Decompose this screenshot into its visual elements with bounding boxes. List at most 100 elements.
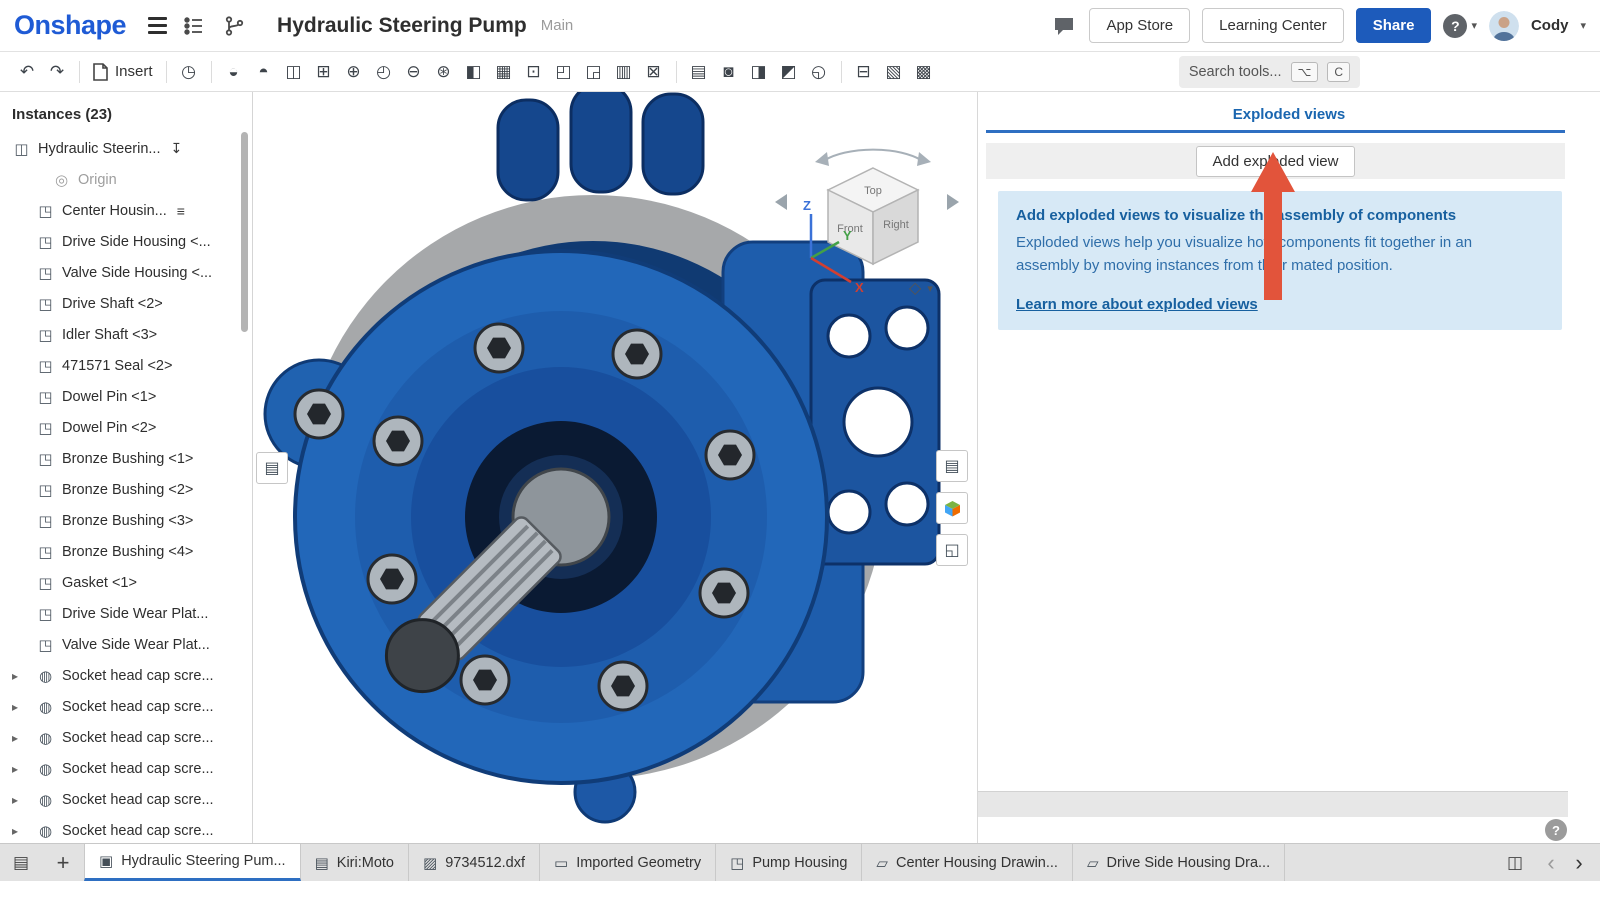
planar-mate-button[interactable]: ⊞ xyxy=(309,57,339,87)
main-menu-icon[interactable] xyxy=(148,17,167,34)
graphics-area[interactable]: Top Front Right Z Y X ◇ ▾ ▤ ▤ ◱ xyxy=(253,92,977,843)
instance-row[interactable]: ▸ ◍ Socket head cap scre... xyxy=(0,722,252,753)
expand-chevron-icon[interactable]: ▸ xyxy=(12,669,18,683)
instance-row[interactable]: ▸ ◳ Drive Side Wear Plat... xyxy=(0,598,252,629)
create-tab-button[interactable]: + xyxy=(42,844,84,881)
expand-chevron-icon[interactable]: ▸ xyxy=(12,824,18,838)
instance-row[interactable]: ▸ ◳ 471571 Seal <2> xyxy=(0,350,252,381)
expand-chevron-icon[interactable]: ▸ xyxy=(12,700,18,714)
branch-icon[interactable] xyxy=(221,13,247,39)
measure-button[interactable]: ◵ xyxy=(804,57,834,87)
expand-chevron-icon[interactable]: ▸ xyxy=(12,762,18,776)
panel-footer-bar[interactable] xyxy=(978,791,1568,817)
document-tab[interactable]: ▭ Imported Geometry xyxy=(540,844,716,881)
dimension-button[interactable]: ⊟ xyxy=(849,57,879,87)
help-icon[interactable]: ? xyxy=(1545,819,1567,841)
rotate-right-arrow[interactable] xyxy=(947,194,959,210)
rotate-left-arrow[interactable] xyxy=(775,194,787,210)
next-tabs-button[interactable]: › xyxy=(1566,850,1592,876)
instance-row[interactable]: ▸ ◍ Socket head cap scre... xyxy=(0,815,252,843)
instance-row[interactable]: ▸ ◳ Dowel Pin <1> xyxy=(0,381,252,412)
instance-row[interactable]: ▸ ◳ Bronze Bushing <3> xyxy=(0,505,252,536)
sheet-table-button[interactable]: ▩ xyxy=(909,57,939,87)
cube-face-top-label[interactable]: Top xyxy=(864,185,882,197)
learn-more-link[interactable]: Learn more about exploded views xyxy=(1016,296,1258,313)
snap-mode-button[interactable]: ⊖ xyxy=(399,57,429,87)
onshape-logo[interactable]: Onshape xyxy=(14,10,126,41)
view-orientation-dropdown[interactable]: ◇ ▾ xyxy=(901,274,941,302)
learning-center-button[interactable]: Learning Center xyxy=(1202,8,1344,43)
revolute-mate-button[interactable]: ◓ xyxy=(249,57,279,87)
expand-chevron-icon[interactable]: ▸ xyxy=(12,731,18,745)
view-cube[interactable]: Top Front Right Z Y X xyxy=(773,130,973,310)
instance-row[interactable]: ▸ ◍ Socket head cap scre... xyxy=(0,660,252,691)
instance-row[interactable]: ▸ ◍ Socket head cap scre... xyxy=(0,691,252,722)
y-axis-label: Y xyxy=(843,228,852,243)
appearance-button[interactable]: ◩ xyxy=(774,57,804,87)
instance-row[interactable]: ▸ ◍ Socket head cap scre... xyxy=(0,753,252,784)
versions-icon[interactable] xyxy=(181,13,207,39)
scrollbar-thumb[interactable] xyxy=(241,132,248,332)
mate-button[interactable]: ◒ xyxy=(219,57,249,87)
chat-icon[interactable] xyxy=(1051,13,1077,39)
move-part-button[interactable]: ⊕ xyxy=(339,57,369,87)
derived-button[interactable]: ◲ xyxy=(579,57,609,87)
workspace-label[interactable]: Main xyxy=(541,17,574,34)
tab-manager-button[interactable]: ▤ xyxy=(0,844,42,881)
note-button[interactable]: ▧ xyxy=(879,57,909,87)
instance-row[interactable]: ▸ ◳ Idler Shaft <3> xyxy=(0,319,252,350)
instance-row[interactable]: ▸ ◳ Bronze Bushing <1> xyxy=(0,443,252,474)
avatar[interactable] xyxy=(1489,11,1519,41)
app-store-button[interactable]: App Store xyxy=(1089,8,1190,43)
cube-faces[interactable]: Top Front Right xyxy=(828,168,918,264)
previous-tabs-button[interactable]: ‹ xyxy=(1538,850,1564,876)
mirror-button[interactable]: ◧ xyxy=(459,57,489,87)
instance-row[interactable]: ▸ ◳ Bronze Bushing <2> xyxy=(0,474,252,505)
panels-button[interactable]: ◫ xyxy=(1494,853,1536,873)
slider-mate-button[interactable]: ◫ xyxy=(279,57,309,87)
properties-panel-button[interactable]: ▤ xyxy=(936,450,968,482)
instance-row[interactable]: ▸ ◎ Origin xyxy=(0,164,252,195)
cube-face-right-label[interactable]: Right xyxy=(883,219,909,231)
insert-feature-button[interactable]: ◰ xyxy=(549,57,579,87)
box-select-button[interactable]: ⊡ xyxy=(519,57,549,87)
document-tab[interactable]: ◳ Pump Housing xyxy=(716,844,862,881)
instance-row[interactable]: ▸ ◳ Center Housin... ≡ xyxy=(0,195,252,226)
document-tab[interactable]: ▱ Center Housing Drawin... xyxy=(862,844,1073,881)
help-icon[interactable]: ? xyxy=(1443,14,1467,38)
instance-row[interactable]: ▸ ◳ Drive Side Housing <... xyxy=(0,226,252,257)
document-tab[interactable]: ▣ Hydraulic Steering Pum... xyxy=(84,844,301,881)
insert-button[interactable]: Insert xyxy=(87,63,159,81)
undo-button[interactable]: ↶ xyxy=(12,57,42,87)
instance-row[interactable]: ▸ ◳ Drive Shaft <2> xyxy=(0,288,252,319)
help-menu[interactable]: ? ▾ xyxy=(1443,14,1477,38)
instance-row[interactable]: ▸ ◳ Valve Side Housing <... xyxy=(0,257,252,288)
configurations-button[interactable]: ◙ xyxy=(714,57,744,87)
history-button[interactable]: ◷ xyxy=(174,57,204,87)
instance-row[interactable]: ▸ ◳ Valve Side Wear Plat... xyxy=(0,629,252,660)
instance-row[interactable]: ▸ ◫ Hydraulic Steerin... ↧ xyxy=(0,133,252,164)
bom-table-button[interactable]: ▥ xyxy=(609,57,639,87)
instance-type-icon: ◍ xyxy=(36,760,55,778)
instance-row[interactable]: ▸ ◳ Gasket <1> xyxy=(0,567,252,598)
appearance-panel-button[interactable] xyxy=(936,492,968,524)
instance-row[interactable]: ▸ ◳ Bronze Bushing <4> xyxy=(0,536,252,567)
rotate-part-button[interactable]: ◴ xyxy=(369,57,399,87)
search-tools-field[interactable]: Search tools... ⌥ C xyxy=(1179,56,1360,88)
linear-pattern-button[interactable]: ▦ xyxy=(489,57,519,87)
document-tab[interactable]: ▤ Kiri:Moto xyxy=(301,844,409,881)
share-button[interactable]: Share xyxy=(1356,8,1432,43)
document-tab[interactable]: ▨ 9734512.dxf xyxy=(409,844,540,881)
display-states-button[interactable]: ◨ xyxy=(744,57,774,87)
interference-button[interactable]: ⊠ xyxy=(639,57,669,87)
document-tab[interactable]: ▱ Drive Side Housing Dra... xyxy=(1073,844,1285,881)
named-positions-button[interactable]: ▤ xyxy=(684,57,714,87)
expand-chevron-icon[interactable]: ▸ xyxy=(12,793,18,807)
redo-button[interactable]: ↷ xyxy=(42,57,72,87)
features-list-toggle-button[interactable]: ▤ xyxy=(256,452,288,484)
instance-row[interactable]: ▸ ◳ Dowel Pin <2> xyxy=(0,412,252,443)
instance-row[interactable]: ▸ ◍ Socket head cap scre... xyxy=(0,784,252,815)
explode-line-button[interactable]: ⊛ xyxy=(429,57,459,87)
custom-tables-panel-button[interactable]: ◱ xyxy=(936,534,968,566)
user-name-label[interactable]: Cody xyxy=(1531,17,1569,34)
